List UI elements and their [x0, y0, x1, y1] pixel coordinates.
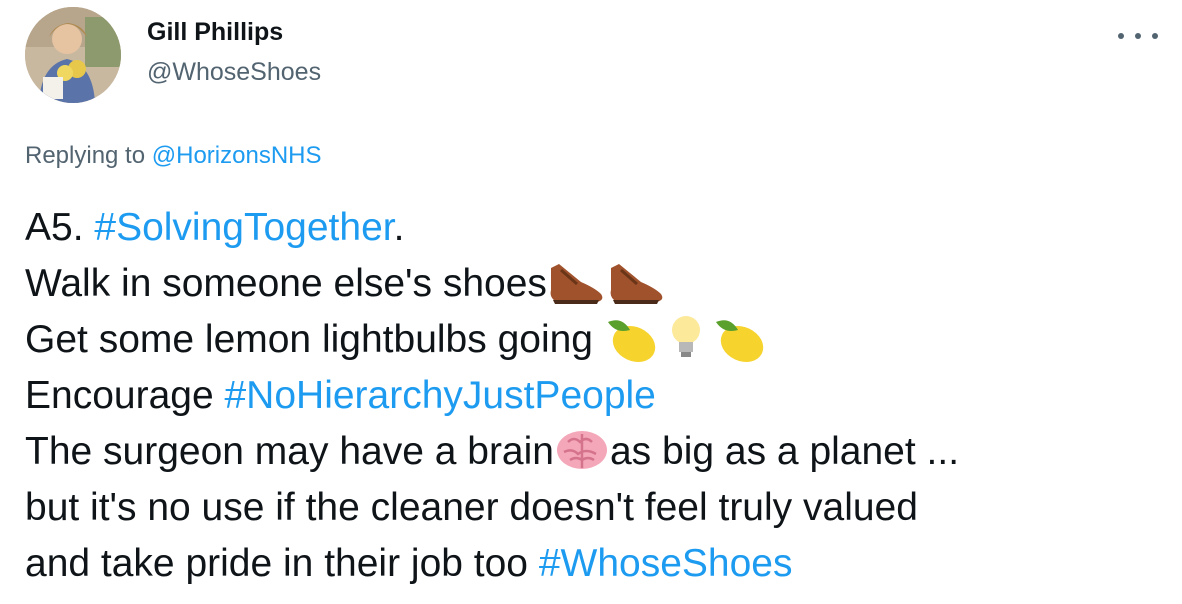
tweet-line-1: A5. #SolvingTogether. — [25, 200, 1165, 256]
hashtag-solvingtogether[interactable]: #SolvingTogether — [94, 206, 393, 249]
reply-mention-link[interactable]: @HorizonsNHS — [152, 142, 322, 169]
tweet-text-span: Get some lemon lightbulbs going — [25, 318, 604, 361]
tweet-text-span: and take pride in their job too — [25, 542, 539, 585]
author-name[interactable]: Gill Phillips — [147, 16, 283, 48]
tweet-text-span: The surgeon may have a brain — [25, 430, 554, 473]
dot — [1135, 33, 1141, 39]
tweet-text-span: A5. — [25, 206, 95, 249]
author-handle[interactable]: @WhoseShoes — [147, 56, 321, 88]
dot — [1152, 33, 1158, 39]
replying-prefix: Replying to — [25, 142, 152, 169]
tweet-text-span: as big as a planet ... — [609, 430, 960, 473]
tweet-line-4: Encourage #NoHierarchyJustPeople — [25, 368, 1165, 424]
tweet-line-6: but it's no use if the cleaner doesn't f… — [25, 480, 1165, 536]
avatar[interactable] — [25, 7, 121, 103]
replying-to: Replying to @HorizonsNHS — [25, 140, 321, 172]
hashtag-whoseshoes[interactable]: #WhoseShoes — [539, 542, 793, 585]
dot — [1118, 33, 1124, 39]
tweet-text: A5. #SolvingTogether. Walk in someone el… — [25, 200, 1165, 592]
tweet-text-span: Encourage — [25, 374, 225, 417]
tweet-text-span: but it's no use if the cleaner doesn't f… — [25, 486, 918, 529]
hashtag-nohierarchyjustpeople[interactable]: #NoHierarchyJustPeople — [224, 374, 655, 417]
tweet-line-5: The surgeon may have a brain as big as a … — [25, 424, 1165, 480]
ellipsis-icon[interactable] — [1118, 22, 1158, 50]
tweet-text-span: . — [393, 206, 405, 249]
lightbulb-icon — [660, 314, 712, 378]
tweet-line-3: Get some lemon lightbulbs going — [25, 312, 1165, 368]
tweet-line-7: and take pride in their job too #WhoseSh… — [25, 536, 1165, 592]
tweet-text-span: Walk in someone else's shoes — [25, 262, 547, 305]
lemon-icon — [712, 316, 768, 378]
tweet-line-2: Walk in someone else's shoes — [25, 256, 1165, 312]
